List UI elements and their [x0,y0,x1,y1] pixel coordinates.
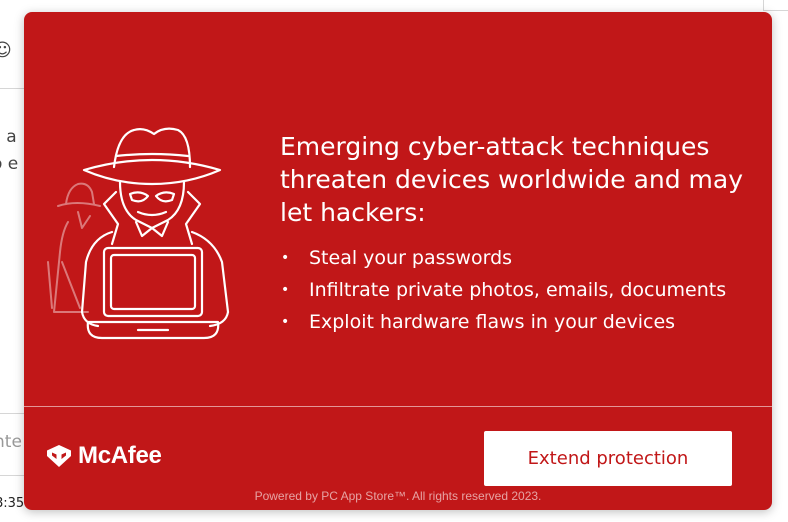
popup-footer: Powered by PC App Store™. All rights res… [254,489,542,503]
list-item: • Infiltrate private photos, emails, docu… [280,274,760,306]
background-border [763,0,764,10]
list-item-text: Exploit hardware flaws in your devices [309,311,676,333]
mcafee-shield-icon [47,445,71,467]
bullet-icon: • [281,314,290,330]
threat-list: • Steal your passwords • Infiltrate privat… [280,242,760,338]
mcafee-ad-popup: Emerging cyber-attack techniques threate… [24,12,772,510]
smiley-icon: ☺ [0,40,12,61]
hacker-with-laptop-icon [47,127,230,340]
list-item: • Steal your passwords [280,242,760,274]
popup-divider [24,406,772,407]
background-text-fragment: o e [0,154,19,174]
list-item-text: Steal your passwords [309,247,513,269]
list-item: • Exploit hardware flaws in your devices [280,306,760,338]
background-time-fragment: 8:35 [0,496,25,511]
background-text-fragment: s a [0,127,17,147]
bullet-icon: • [281,282,290,298]
list-item-text: Infiltrate private photos, emails, docum… [309,279,727,301]
popup-headline: Emerging cyber-attack techniques threate… [280,132,744,227]
bullet-icon: • [281,250,290,266]
extend-protection-button[interactable]: Extend protection [484,431,732,486]
mcafee-logo-text: McAfee [78,442,162,469]
mcafee-logo: McAfee [46,442,162,470]
background-text-fragment: nte [0,432,22,452]
background-divider [763,10,788,11]
